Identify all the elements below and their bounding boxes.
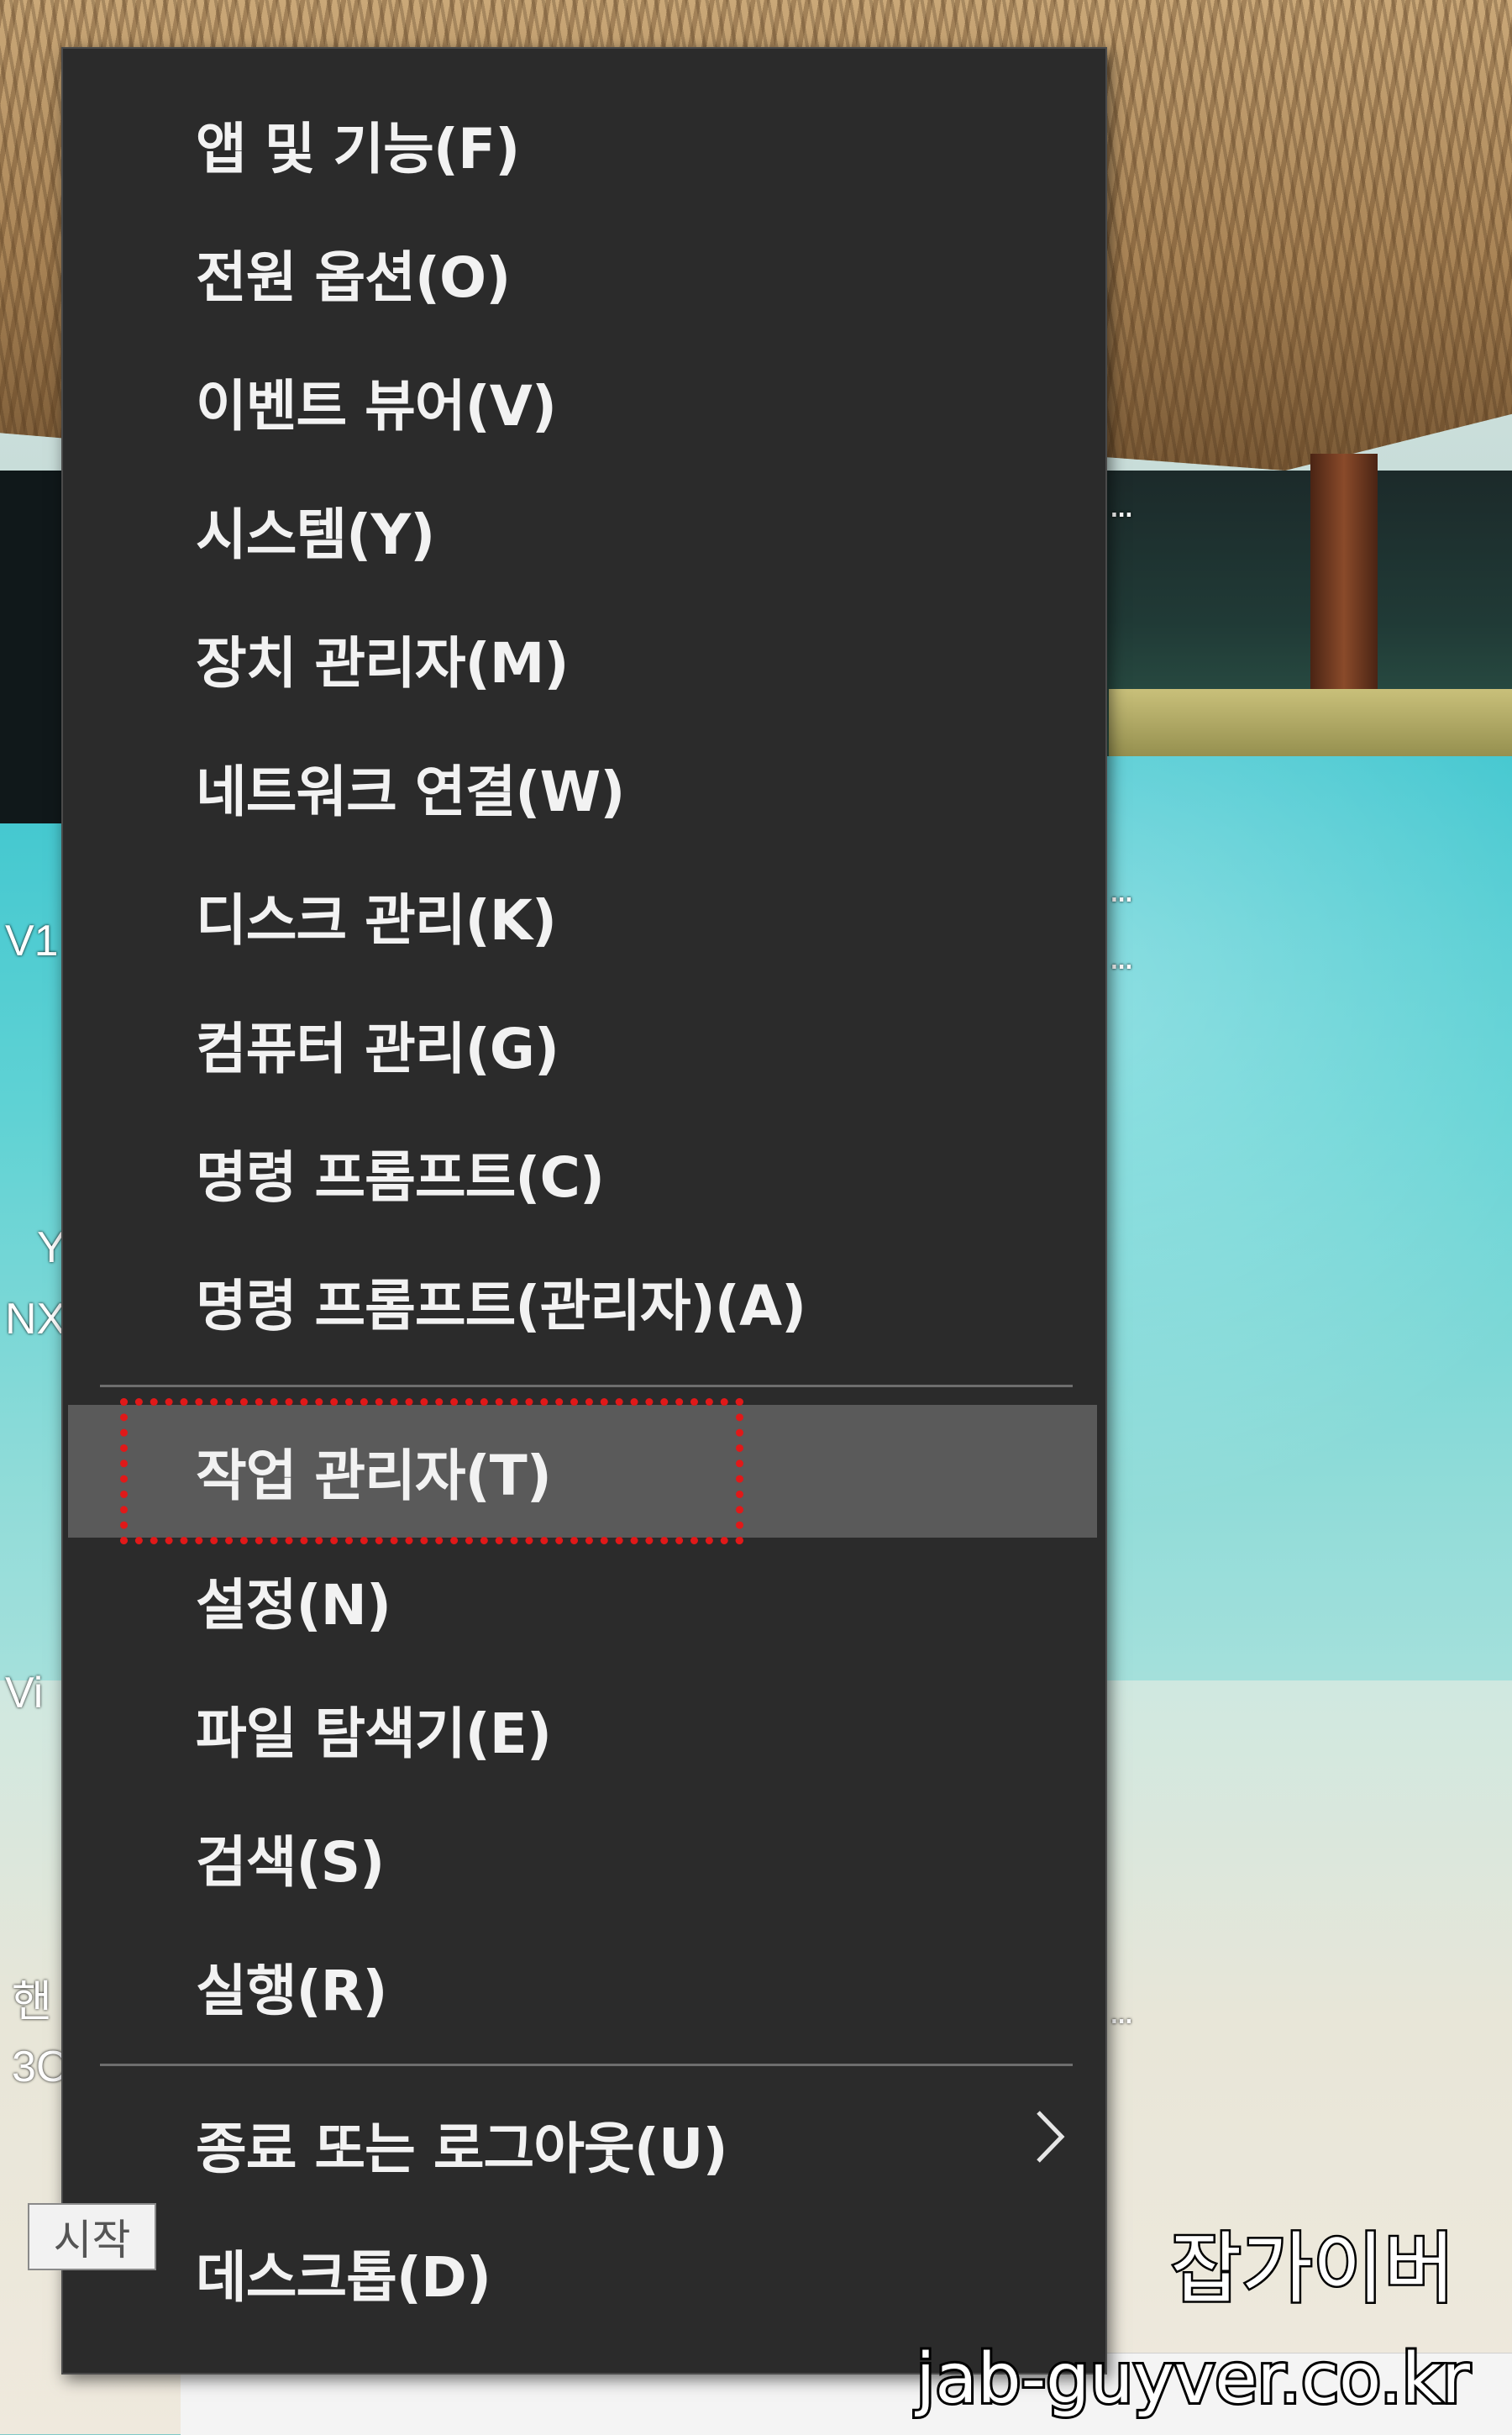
menu-item-apps-features[interactable]: 앱 및 기능(F): [68, 82, 1097, 208]
menu-item-device-manager[interactable]: 장치 관리자(M): [68, 596, 1097, 722]
menu-item-run[interactable]: 실행(R): [68, 1923, 1097, 2049]
menu-item-label: 이벤트 뷰어(V): [196, 374, 557, 439]
menu-item-computer-management[interactable]: 컴퓨터 관리(G): [68, 981, 1097, 1107]
desktop-icon-label-ellipsis[interactable]: ...: [1109, 933, 1134, 978]
menu-separator: [100, 1385, 1073, 1387]
desktop-icon-label[interactable]: NX: [5, 1294, 66, 1344]
desktop-icon-label-ellipsis[interactable]: ...: [1109, 481, 1134, 526]
menu-separator: [100, 2064, 1073, 2066]
menu-item-label: 시스템(Y): [196, 502, 435, 567]
menu-item-label: 네트워크 연결(W): [196, 760, 625, 824]
menu-item-command-prompt[interactable]: 명령 프롬프트(C): [68, 1110, 1097, 1236]
start-tooltip: 시작: [28, 2203, 156, 2270]
menu-item-event-viewer[interactable]: 이벤트 뷰어(V): [68, 339, 1097, 465]
menu-item-label: 검색(S): [196, 1830, 385, 1895]
menu-item-search[interactable]: 검색(S): [68, 1795, 1097, 1921]
menu-item-label: 실행(R): [196, 1959, 388, 2023]
desktop-icon-label[interactable]: V1: [5, 916, 59, 966]
tooltip-text: 시작: [53, 2216, 131, 2264]
menu-item-network-connections[interactable]: 네트워크 연결(W): [68, 724, 1097, 850]
menu-item-label: 설정(N): [196, 1573, 391, 1638]
menu-item-label: 작업 관리자(T): [196, 1444, 552, 1508]
menu-item-task-manager[interactable]: 작업 관리자(T): [68, 1405, 1097, 1538]
menu-item-settings[interactable]: 설정(N): [68, 1538, 1097, 1664]
menu-item-label: 앱 및 기능(F): [196, 117, 520, 181]
menu-item-label: 데스크톱(D): [196, 2245, 491, 2310]
menu-item-label: 디스크 관리(K): [196, 888, 557, 953]
menu-item-label: 파일 탐색기(E): [196, 1701, 552, 1766]
chevron-right-icon: [1033, 2107, 1067, 2181]
desktop-icon-label[interactable]: 핸: [12, 1966, 52, 2029]
winx-context-menu: 앱 및 기능(F) 전원 옵션(O) 이벤트 뷰어(V) 시스템(Y) 장치 관…: [61, 47, 1107, 2375]
menu-item-command-prompt-admin[interactable]: 명령 프롬프트(관리자)(A): [68, 1239, 1097, 1365]
watermark: 잡가이버 jab-guyver.co.kr: [857, 2182, 1512, 2434]
watermark-title: 잡가이버: [1170, 2224, 1455, 2314]
menu-item-label: 장치 관리자(M): [196, 631, 570, 696]
wallpaper-bar: [1109, 689, 1512, 765]
desktop-icon-label[interactable]: Vi: [5, 1668, 43, 1718]
desktop-icon-label-ellipsis[interactable]: ...: [1109, 865, 1134, 911]
menu-item-label: 전원 옵션(O): [196, 245, 511, 310]
menu-item-system[interactable]: 시스템(Y): [68, 467, 1097, 593]
menu-item-file-explorer[interactable]: 파일 탐색기(E): [68, 1666, 1097, 1792]
menu-item-label: 명령 프롬프트(C): [196, 1145, 605, 1210]
menu-item-label: 종료 또는 로그아웃(U): [196, 2117, 728, 2181]
desktop-icon-label[interactable]: 3C: [12, 2042, 67, 2092]
watermark-url: jab-guyver.co.kr: [914, 2339, 1470, 2419]
menu-item-label: 컴퓨터 관리(G): [196, 1017, 559, 1081]
wallpaper-left-dark: [0, 471, 67, 823]
menu-item-label: 명령 프롬프트(관리자)(A): [196, 1274, 806, 1338]
menu-item-power-options[interactable]: 전원 옵션(O): [68, 210, 1097, 336]
menu-item-disk-management[interactable]: 디스크 관리(K): [68, 853, 1097, 979]
desktop-icon-label-ellipsis[interactable]: ...: [1109, 1987, 1134, 2033]
